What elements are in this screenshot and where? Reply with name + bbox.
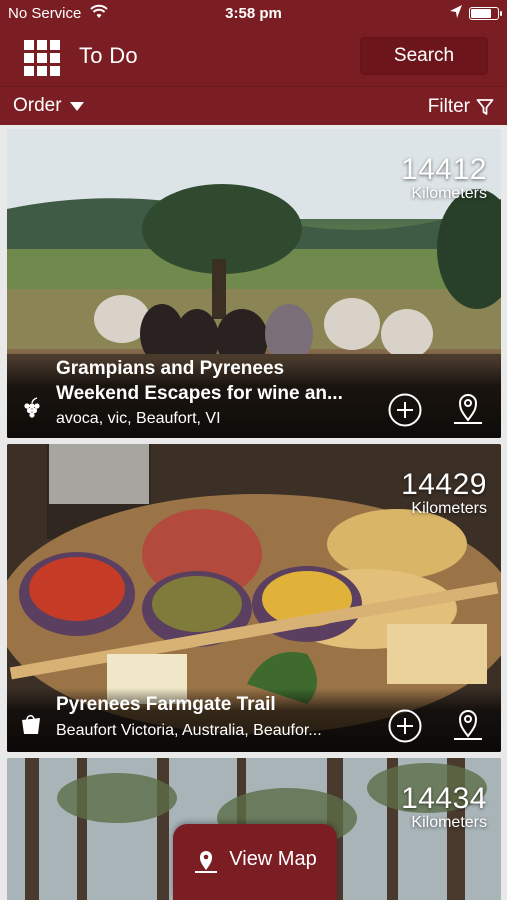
view-map-label: View Map — [229, 848, 317, 870]
order-dropdown[interactable]: Order — [13, 95, 84, 117]
distance-badge: 14412 Kilometers — [401, 155, 487, 203]
card-title: Grampians and Pyrenees — [56, 358, 285, 379]
menu-grid-icon[interactable] — [24, 40, 60, 76]
activity-card[interactable]: 14429 Kilometers Pyrenees Farmgate Trail… — [7, 444, 501, 752]
card-location: avoca, vic, Beaufort, VI — [56, 410, 221, 427]
filter-button[interactable]: Filter — [428, 96, 494, 118]
clock: 3:58 pm — [225, 5, 282, 22]
card-info-overlay: Grampians and Pyrenees Weekend Escapes f… — [7, 358, 501, 438]
app-header: To Do Search — [0, 28, 507, 86]
card-title: Pyrenees Farmgate Trail — [56, 694, 276, 715]
location-arrow-icon — [450, 5, 462, 18]
distance-badge: 14429 Kilometers — [401, 470, 487, 518]
view-map-button[interactable]: View Map — [173, 824, 337, 900]
battery-icon — [469, 7, 502, 20]
map-pin-icon[interactable] — [450, 390, 486, 426]
map-pin-icon[interactable] — [450, 706, 486, 742]
filter-label: Filter — [427, 96, 470, 117]
activity-card[interactable]: 14412 Kilometers Grampians and Pyrenees … — [7, 129, 501, 438]
page-title: To Do — [79, 43, 138, 68]
card-location: Beaufort Victoria, Australia, Beaufor... — [56, 722, 322, 739]
order-label: Order — [13, 95, 62, 116]
distance-unit: Kilometers — [411, 814, 487, 831]
card-title-line-2: Weekend Escapes for wine an... — [56, 383, 343, 404]
distance-unit: Kilometers — [411, 500, 487, 517]
distance-value: 14429 — [401, 468, 487, 501]
shopping-bag-icon — [22, 714, 40, 734]
screen: No Service 3:58 pm To Do Search Order Fi… — [0, 0, 507, 900]
grapes-icon — [24, 397, 40, 418]
distance-unit: Kilometers — [411, 185, 487, 202]
distance-value: 14412 — [401, 153, 487, 186]
add-plus-icon[interactable] — [387, 708, 423, 744]
funnel-icon — [476, 99, 494, 115]
distance-badge: 14434 Kilometers — [401, 784, 487, 832]
caret-down-icon — [69, 101, 84, 111]
card-info-overlay: Pyrenees Farmgate Trail Beaufort Victori… — [7, 688, 501, 752]
map-pin-icon — [195, 851, 218, 873]
search-button[interactable]: Search — [360, 37, 488, 75]
status-bar: No Service 3:58 pm — [0, 0, 507, 28]
add-plus-icon[interactable] — [387, 392, 423, 428]
sort-filter-bar: Order Filter — [0, 86, 507, 125]
distance-value: 14434 — [401, 782, 487, 815]
